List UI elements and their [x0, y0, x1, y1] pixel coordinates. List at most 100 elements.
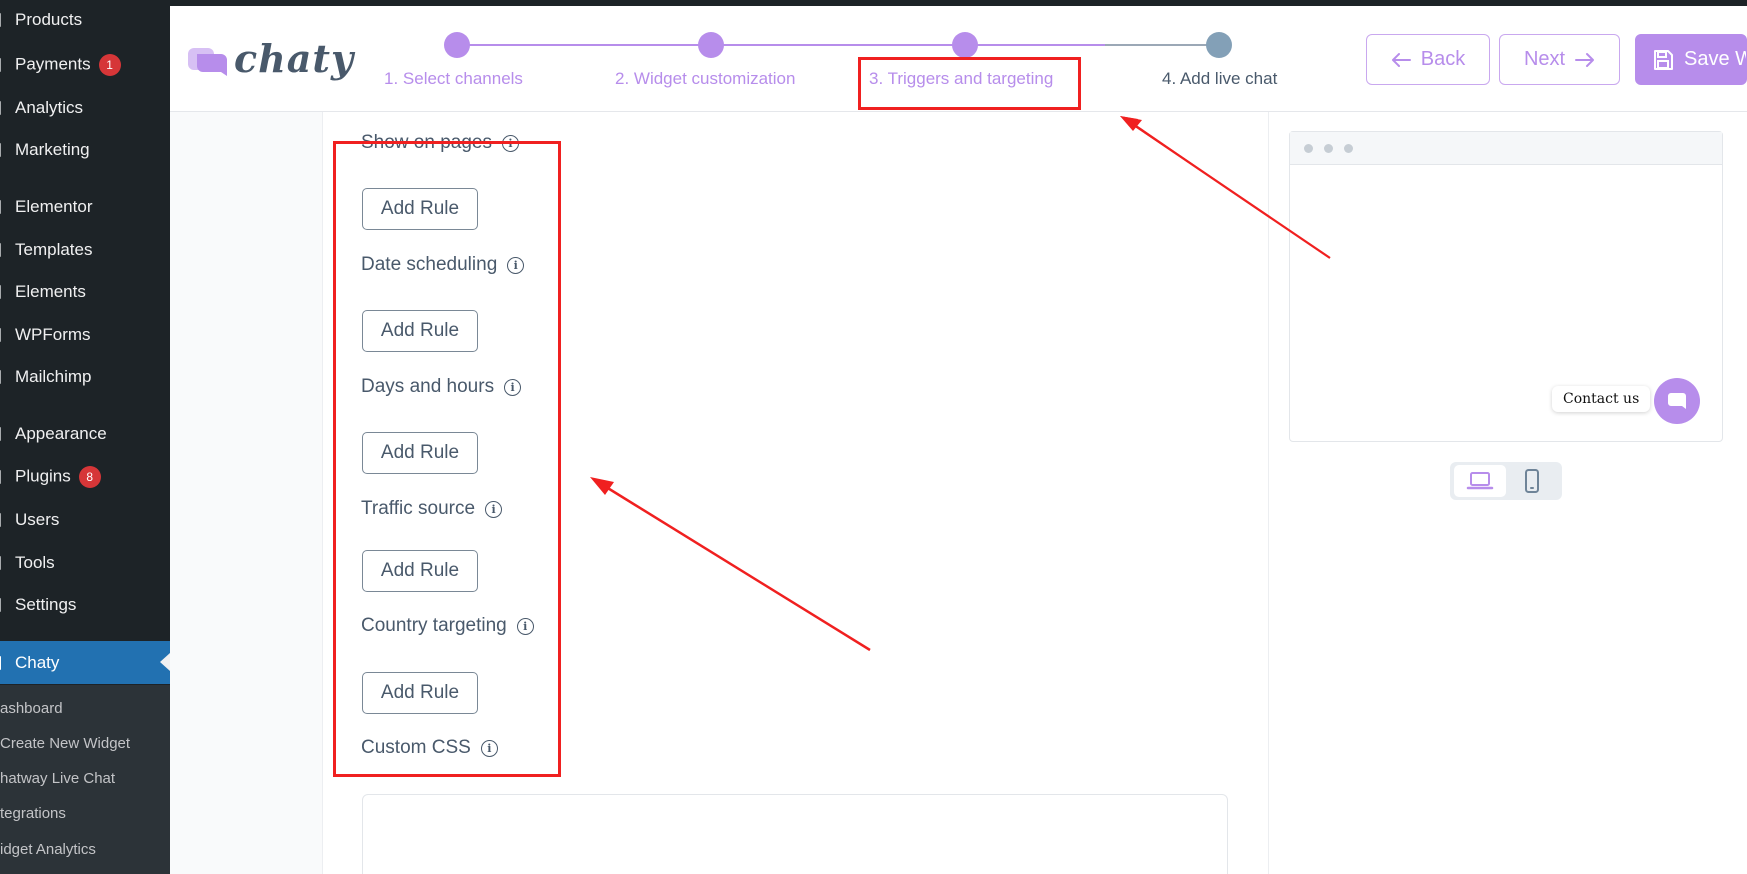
- sidebar-item-wpforms[interactable]: WPForms: [0, 318, 170, 352]
- chaty-icon: [0, 655, 4, 671]
- sidebar-item-mailchimp[interactable]: Mailchimp: [0, 360, 170, 394]
- back-button-label: Back: [1420, 48, 1466, 70]
- wpforms-icon: [0, 327, 4, 343]
- back-button[interactable]: Back: [1366, 34, 1490, 85]
- step-connector: [711, 44, 965, 46]
- show-on-pages-label: Show on pages i: [361, 132, 519, 154]
- sidebar-item-elementor[interactable]: Elementor: [0, 190, 170, 224]
- info-icon[interactable]: i: [504, 378, 522, 396]
- sidebar-item-plugins[interactable]: Plugins 8: [0, 460, 170, 494]
- arrow-left-icon: [1391, 52, 1411, 67]
- window-dot-icon: [1304, 144, 1313, 153]
- sidebar-item-marketing[interactable]: Marketing: [0, 133, 170, 167]
- add-rule-traffic-source-button[interactable]: Add Rule: [362, 550, 478, 592]
- device-toggle: [1450, 462, 1562, 500]
- sidebar-item-label: Mailchimp: [15, 367, 92, 386]
- sidebar-item-label: Payments: [15, 54, 91, 74]
- arrow-right-icon: [1575, 52, 1595, 67]
- elementor-icon: [0, 199, 4, 215]
- next-button[interactable]: Next: [1499, 34, 1620, 85]
- users-icon: [0, 512, 4, 528]
- chat-bubbles-icon: [188, 48, 227, 76]
- chat-widget-button[interactable]: [1654, 378, 1700, 424]
- submenu-item-dashboard[interactable]: ashboard: [0, 700, 170, 724]
- step-dot-2[interactable]: [698, 32, 724, 58]
- sidebar-item-label: Chaty: [15, 652, 60, 672]
- contact-us-label: Contact us: [1552, 386, 1651, 412]
- sidebar-item-tools[interactable]: Tools: [0, 546, 170, 580]
- submenu-item-chatway-live-chat[interactable]: hatway Live Chat: [0, 770, 170, 794]
- window-dot-icon: [1344, 144, 1353, 153]
- sidebar-item-label: Plugins: [15, 466, 71, 486]
- sidebar-item-label: Settings: [15, 595, 77, 614]
- step-connector: [457, 44, 711, 46]
- submenu-item-create-new-widget[interactable]: Create New Widget: [0, 735, 170, 759]
- step-label-widget-customization[interactable]: 2. Widget customization: [615, 69, 795, 89]
- logo-text: chaty: [234, 36, 355, 81]
- plugins-icon: [0, 469, 4, 485]
- custom-css-label: Custom CSS i: [361, 737, 498, 759]
- sidebar-item-label: Tools: [15, 553, 55, 572]
- sidebar-item-appearance[interactable]: Appearance: [0, 417, 170, 451]
- chat-bubble-icon: [1668, 393, 1686, 409]
- desktop-preview-button[interactable]: [1454, 465, 1506, 497]
- analytics-icon: [0, 100, 4, 116]
- sidebar-item-users[interactable]: Users: [0, 503, 170, 537]
- sidebar-item-chaty[interactable]: Chaty: [0, 641, 170, 684]
- sidebar-item-label: Elementor: [15, 197, 93, 216]
- step-dot-3[interactable]: [952, 32, 978, 58]
- mailchimp-icon: [0, 369, 4, 385]
- products-icon: [0, 12, 4, 28]
- save-widget-button[interactable]: Save Wi: [1635, 34, 1747, 85]
- sidebar-item-label: Templates: [15, 240, 93, 259]
- date-scheduling-label: Date scheduling i: [361, 254, 525, 276]
- add-rule-date-scheduling-button[interactable]: Add Rule: [362, 310, 478, 352]
- step-label-select-channels[interactable]: 1. Select channels: [384, 69, 523, 89]
- add-rule-country-targeting-button[interactable]: Add Rule: [362, 672, 478, 714]
- sidebar-item-label: Marketing: [15, 140, 90, 159]
- info-icon[interactable]: i: [507, 256, 525, 274]
- step-label-triggers-targeting[interactable]: 3. Triggers and targeting: [869, 69, 1053, 89]
- rule-label-text: Date scheduling: [361, 254, 498, 275]
- phone-icon: [1525, 469, 1539, 493]
- wizard-header: chaty 1. Select channels 2. Widget custo…: [170, 6, 1747, 112]
- sidebar-item-templates[interactable]: Templates: [0, 233, 170, 267]
- step-dot-4[interactable]: [1206, 32, 1232, 58]
- admin-sidebar: Products Payments 1 Analytics Marketing E…: [0, 0, 170, 874]
- sidebar-item-products[interactable]: Products: [0, 3, 170, 37]
- sidebar-item-settings[interactable]: Settings: [0, 588, 170, 622]
- elements-icon: [0, 284, 4, 300]
- appearance-icon: [0, 426, 4, 442]
- country-targeting-label: Country targeting i: [361, 615, 534, 637]
- sidebar-item-label: Products: [15, 10, 83, 29]
- mobile-preview-button[interactable]: [1506, 465, 1558, 497]
- add-rule-show-on-pages-button[interactable]: Add Rule: [362, 188, 478, 230]
- sidebar-item-label: Users: [15, 510, 60, 529]
- rule-label-text: Custom CSS: [361, 737, 471, 758]
- sidebar-item-elements[interactable]: Elements: [0, 275, 170, 309]
- chaty-submenu: ashboard Create New Widget hatway Live C…: [0, 685, 170, 874]
- info-icon[interactable]: i: [480, 739, 498, 757]
- sidebar-item-payments[interactable]: Payments 1: [0, 48, 170, 82]
- sidebar-item-label: Elements: [15, 282, 86, 301]
- sidebar-item-analytics[interactable]: Analytics: [0, 91, 170, 125]
- chaty-logo: chaty: [188, 36, 353, 91]
- current-indicator: [160, 653, 170, 671]
- info-icon[interactable]: i: [485, 500, 503, 518]
- step-label-add-live-chat[interactable]: 4. Add live chat: [1162, 69, 1277, 89]
- days-and-hours-label: Days and hours i: [361, 376, 522, 398]
- payments-icon: [0, 57, 4, 73]
- step-connector: [965, 44, 1105, 46]
- step-dot-1[interactable]: [444, 32, 470, 58]
- info-icon[interactable]: i: [502, 134, 519, 152]
- submenu-item-widget-analytics[interactable]: idget Analytics: [0, 841, 170, 865]
- submenu-item-integrations[interactable]: tegrations: [0, 805, 170, 829]
- floppy-disk-icon: [1654, 49, 1673, 70]
- add-rule-days-and-hours-button[interactable]: Add Rule: [362, 432, 478, 474]
- info-icon[interactable]: i: [516, 617, 534, 635]
- custom-css-textarea[interactable]: [362, 794, 1228, 874]
- laptop-icon: [1466, 472, 1494, 490]
- sidebar-item-label: Appearance: [15, 424, 107, 443]
- traffic-source-label: Traffic source i: [361, 498, 503, 520]
- window-dot-icon: [1324, 144, 1333, 153]
